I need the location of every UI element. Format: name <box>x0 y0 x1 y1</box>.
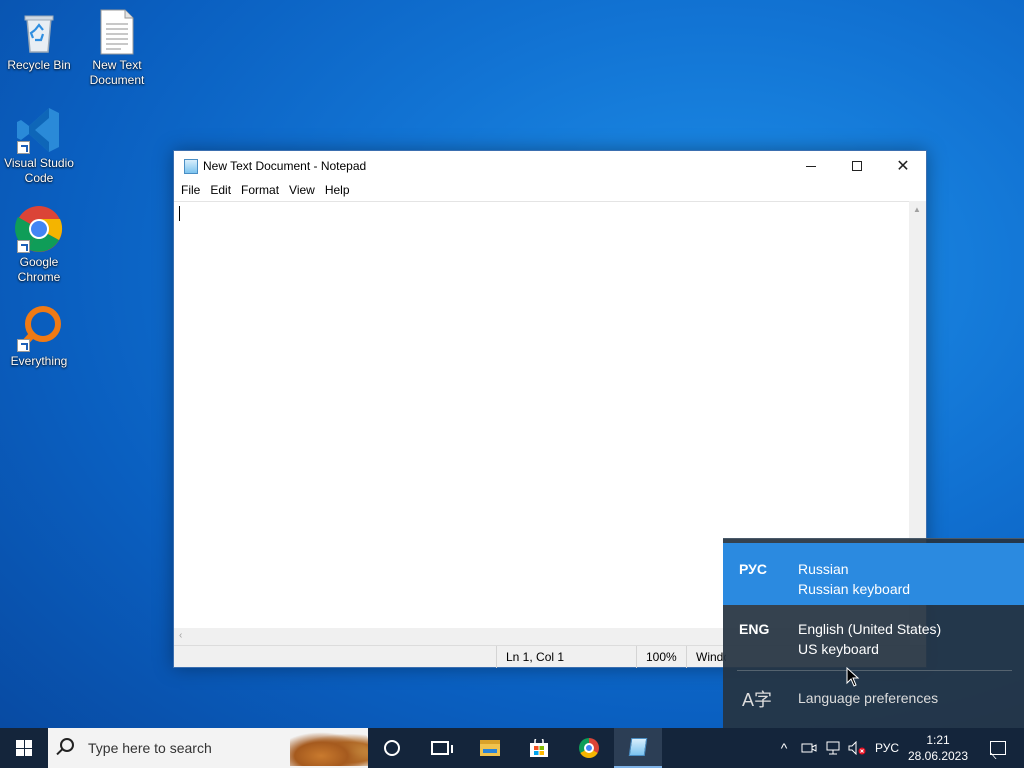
show-hidden-icons-button[interactable]: ^ <box>774 728 794 768</box>
recycle-bin-icon <box>15 8 63 56</box>
desktop-icon-label: Google Chrome <box>17 255 61 284</box>
start-button[interactable] <box>0 728 48 768</box>
file-explorer-button[interactable] <box>466 728 514 768</box>
language-name: English (United States) <box>798 621 942 637</box>
maximize-button[interactable] <box>834 151 880 181</box>
desktop-icon-recycle-bin[interactable]: Recycle Bin <box>0 8 78 73</box>
text-document-icon <box>93 8 141 56</box>
input-language-flyout: РУС Russian Russian keyboard ENG English… <box>723 538 1024 728</box>
language-preferences-link[interactable]: A字 Language preferences <box>723 679 1024 719</box>
task-view-button[interactable] <box>416 728 464 768</box>
menu-format[interactable]: Format <box>236 181 284 201</box>
language-preferences-label: Language preferences <box>798 690 939 706</box>
minimize-icon <box>806 165 816 167</box>
cortana-icon <box>384 740 400 756</box>
desktop-icon-label: Everything <box>10 354 68 368</box>
meet-now-button[interactable] <box>798 728 820 768</box>
maximize-icon <box>852 161 862 171</box>
menu-view[interactable]: View <box>284 181 320 201</box>
close-button[interactable]: ✕ <box>880 151 926 181</box>
language-name: Russian <box>798 561 849 577</box>
network-icon <box>826 741 840 755</box>
menu-help[interactable]: Help <box>320 181 355 201</box>
search-highlight-image <box>290 732 368 766</box>
notepad-titlebar[interactable]: New Text Document - Notepad ✕ <box>174 151 926 181</box>
clock-time: 1:21 <box>926 733 950 747</box>
menu-bar: File Edit Format View Help <box>174 181 926 201</box>
shortcut-arrow-icon <box>17 141 30 154</box>
volume-muted-icon <box>848 741 866 755</box>
language-option-english[interactable]: ENG English (United States) US keyboard <box>723 603 1024 665</box>
keyboard-layout: Russian keyboard <box>798 581 911 597</box>
chevron-up-icon: ^ <box>780 740 788 756</box>
language-option-russian[interactable]: РУС Russian Russian keyboard <box>723 543 1024 605</box>
notepad-taskbar-button[interactable] <box>614 728 662 768</box>
network-button[interactable] <box>822 728 844 768</box>
taskbar-search-box[interactable]: Type here to search <box>48 728 368 768</box>
search-icon <box>60 738 74 752</box>
desktop-icon-label: Recycle Bin <box>7 58 71 72</box>
search-placeholder: Type here to search <box>88 740 212 756</box>
language-code: РУС <box>739 561 767 577</box>
keyboard-layout: US keyboard <box>798 641 879 657</box>
close-icon: ✕ <box>896 156 910 175</box>
clock-date: 28.06.2023 <box>907 749 969 763</box>
microsoft-store-icon <box>530 739 548 757</box>
scroll-up-icon[interactable]: ▲ <box>913 205 921 214</box>
clock-button[interactable]: 1:21 28.06.2023 <box>906 728 970 768</box>
minimize-button[interactable] <box>788 151 834 181</box>
shortcut-arrow-icon <box>17 240 30 253</box>
window-title: New Text Document - Notepad <box>203 159 367 173</box>
desktop-icon-vscode[interactable]: Visual Studio Code <box>0 106 78 186</box>
shortcut-arrow-icon <box>17 339 30 352</box>
input-language-indicator[interactable]: РУС <box>870 728 904 768</box>
camera-icon <box>801 743 817 753</box>
desktop-icon-new-text-document[interactable]: New Text Document <box>78 8 156 88</box>
file-explorer-icon <box>480 740 500 756</box>
text-caret <box>179 206 180 221</box>
clock: 1:21 28.06.2023 <box>908 732 968 764</box>
menu-file[interactable]: File <box>176 181 205 201</box>
desktop-icon-label: Visual Studio Code <box>4 156 74 185</box>
language-code: ENG <box>739 621 770 637</box>
microsoft-store-button[interactable] <box>515 728 563 768</box>
scroll-left-icon[interactable]: ‹ <box>179 630 182 641</box>
chrome-taskbar-button[interactable] <box>565 728 613 768</box>
notepad-icon <box>184 159 198 174</box>
desktop-icon-label: New Text Document <box>89 58 145 87</box>
notifications-button[interactable] <box>976 728 1020 768</box>
menu-edit[interactable]: Edit <box>205 181 236 201</box>
windows-logo-icon <box>16 740 32 756</box>
desktop-icon-everything[interactable]: Everything <box>0 304 78 369</box>
everything-search-icon <box>15 304 63 352</box>
mouse-pointer-icon <box>846 667 860 687</box>
status-line-ending: Windo <box>686 646 726 668</box>
notepad-icon <box>628 738 648 756</box>
desktop-icon-google-chrome[interactable]: Google Chrome <box>0 205 78 285</box>
volume-button[interactable] <box>846 728 868 768</box>
chrome-icon <box>579 738 599 758</box>
flyout-divider <box>737 670 1012 671</box>
taskbar: Type here to search ^ РУС 1:21 28.06.202… <box>0 728 1024 768</box>
cortana-button[interactable] <box>368 728 416 768</box>
status-zoom: 100% <box>636 646 686 668</box>
task-view-icon <box>431 741 453 755</box>
status-position: Ln 1, Col 1 <box>496 646 636 668</box>
chrome-icon <box>15 205 63 253</box>
notification-center-icon <box>990 741 1006 755</box>
language-icon: A字 <box>742 690 773 710</box>
vscode-icon <box>15 106 63 154</box>
